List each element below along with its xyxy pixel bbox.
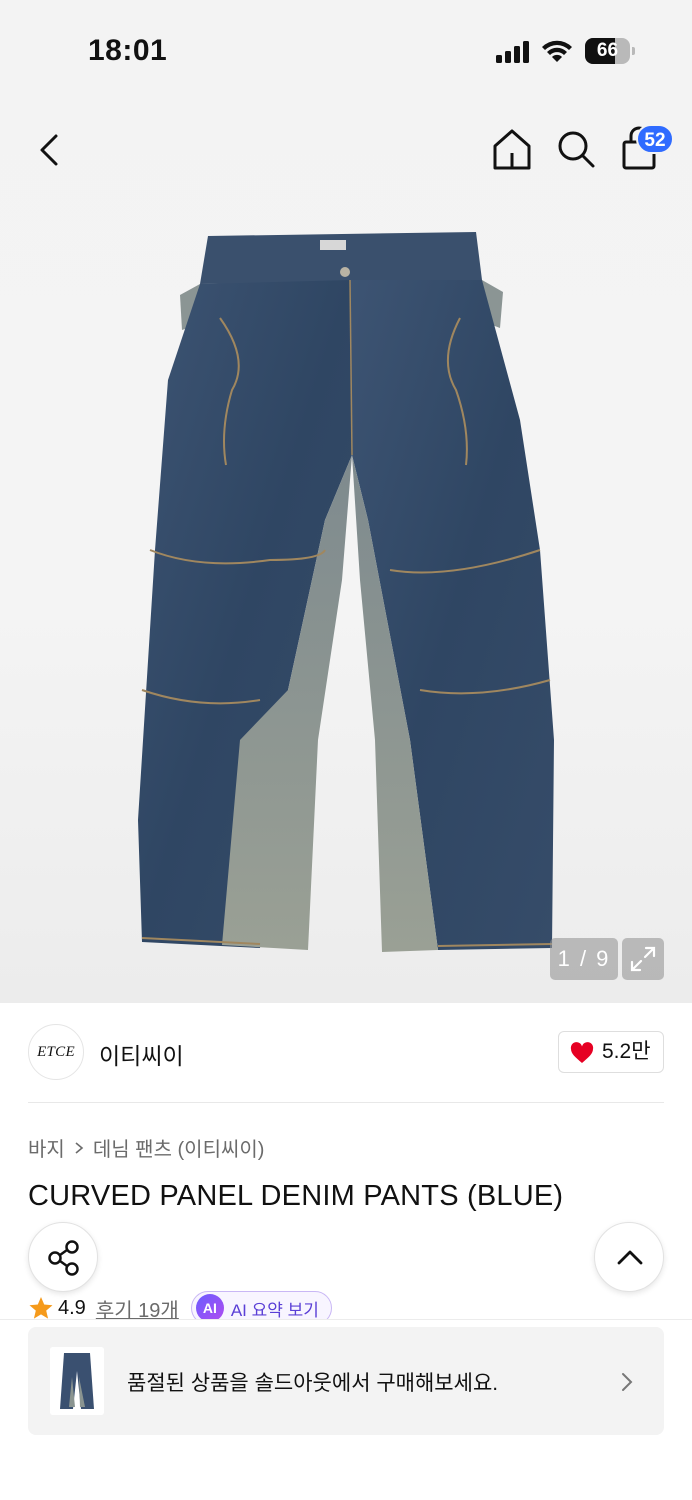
chevron-up-icon	[617, 1250, 643, 1265]
signal-icon	[496, 41, 529, 63]
star-icon	[29, 1297, 53, 1319]
status-time: 18:01	[88, 34, 168, 67]
share-button[interactable]	[28, 1222, 98, 1292]
product-title: CURVED PANEL DENIM PANTS (BLUE)	[28, 1180, 564, 1212]
heart-icon	[570, 1042, 594, 1063]
divider	[28, 1102, 664, 1103]
status-bar: 18:01 66	[0, 0, 692, 100]
like-count: 5.2만	[602, 1040, 651, 1063]
brand-name[interactable]: 이티씨이	[99, 1037, 184, 1071]
product-gallery[interactable]: 18:01 66 52 1 / 9	[0, 0, 692, 1003]
share-icon	[48, 1240, 79, 1276]
soldout-message: 품절된 상품을 솔드아웃에서 구매해보세요.	[127, 1372, 499, 1395]
wifi-icon	[542, 40, 572, 62]
breadcrumb-item-category[interactable]: 바지	[28, 1133, 65, 1162]
chevron-right-icon	[622, 1373, 633, 1391]
back-arrow-icon[interactable]	[30, 128, 70, 172]
chevron-right-icon	[75, 1141, 84, 1154]
brand-logo[interactable]: ETCE	[28, 1024, 84, 1080]
ai-summary-label: AI 요약 보기	[230, 1300, 319, 1320]
home-icon[interactable]	[490, 126, 534, 172]
soldout-banner[interactable]: 품절된 상품을 솔드아웃에서 구매해보세요.	[28, 1327, 664, 1435]
battery-icon: 66	[585, 38, 635, 64]
rating-value: 4.9	[58, 1296, 86, 1319]
breadcrumb: 바지 데님 팬츠 (이티씨이)	[28, 1133, 264, 1162]
scroll-top-button[interactable]	[594, 1222, 664, 1292]
ai-icon: AI	[195, 1294, 224, 1322]
cart-count-badge: 52	[636, 124, 674, 154]
like-button[interactable]: 5.2만	[558, 1031, 664, 1073]
product-image[interactable]	[120, 220, 580, 970]
image-counter: 1 / 9	[550, 938, 618, 980]
expand-icon[interactable]	[622, 938, 664, 980]
product-thumbnail	[50, 1347, 104, 1415]
battery-level: 66	[596, 40, 619, 61]
search-icon[interactable]	[554, 126, 598, 172]
breadcrumb-item-subcategory[interactable]: 데님 팬츠 (이티씨이)	[93, 1133, 265, 1162]
